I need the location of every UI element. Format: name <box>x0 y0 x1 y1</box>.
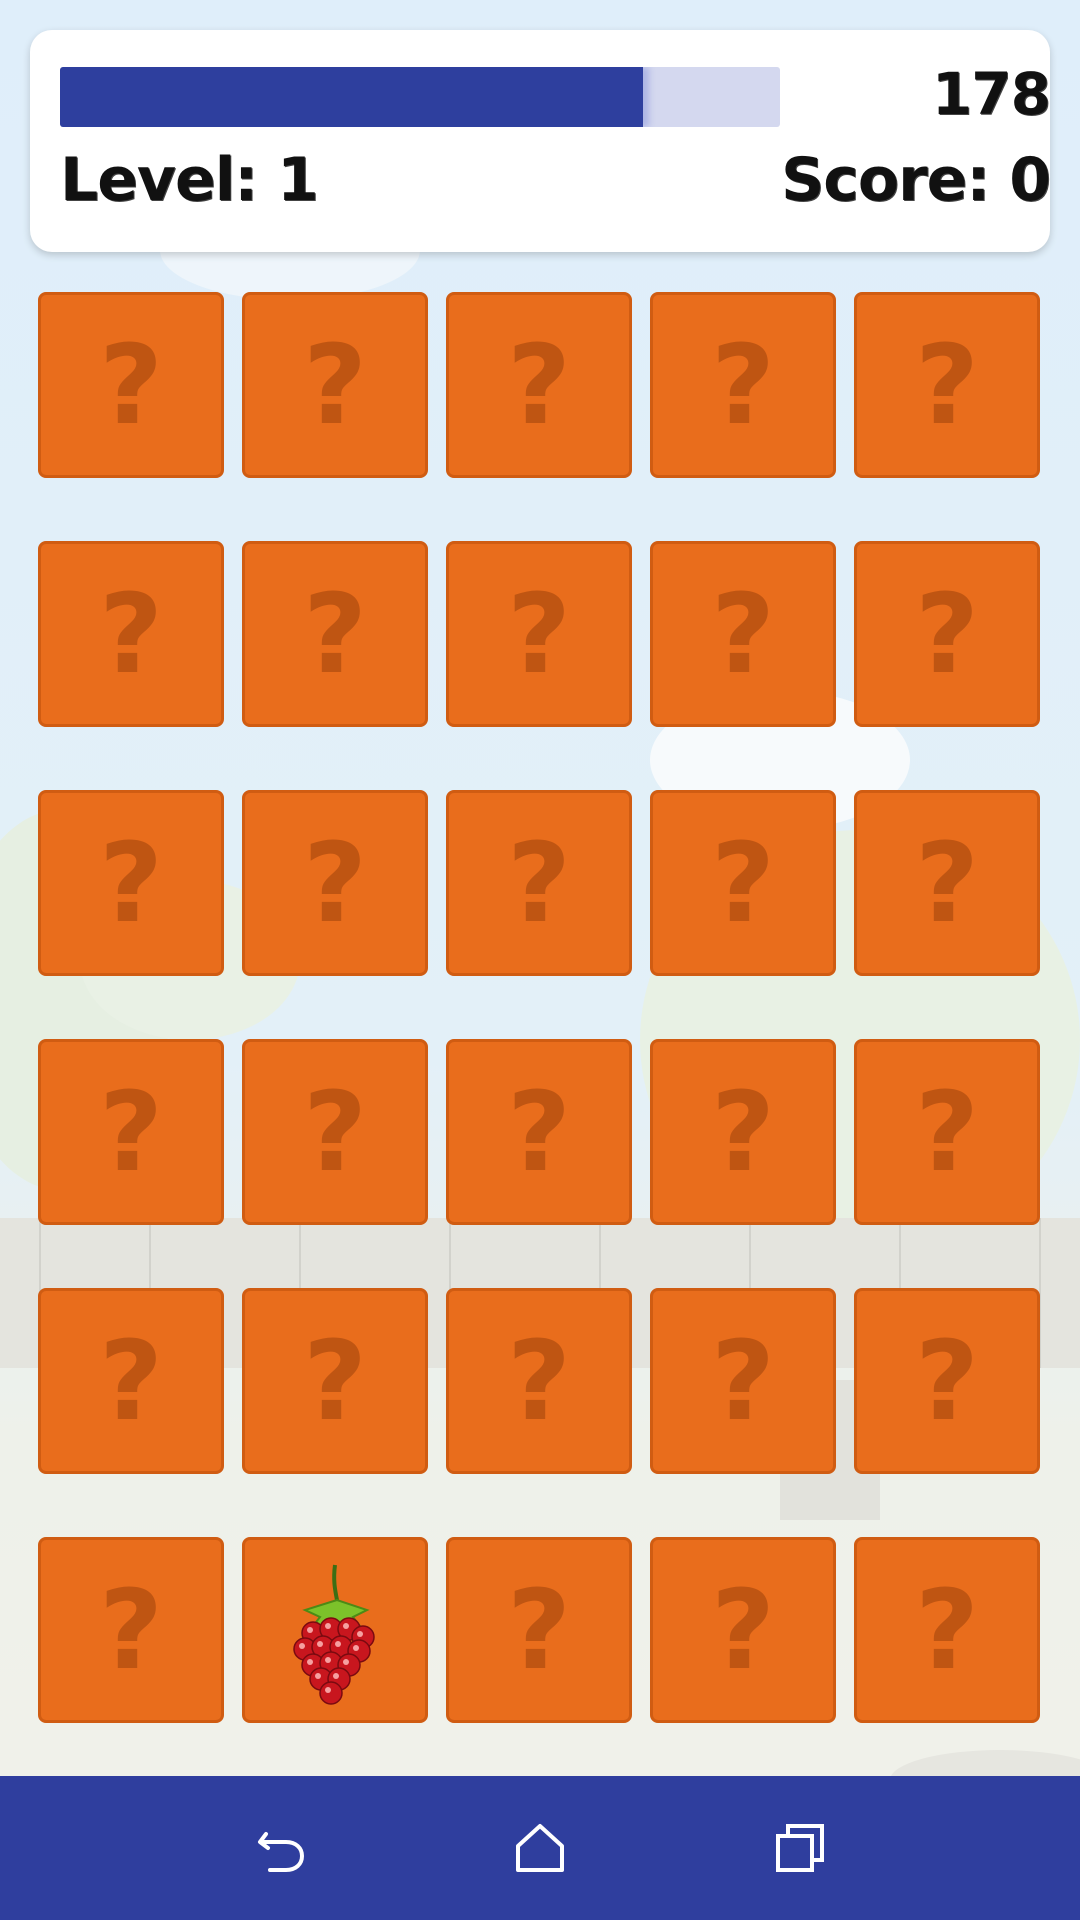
level-label: Level: 1 <box>60 145 319 215</box>
question-mark-icon: ? <box>711 321 775 449</box>
home-button[interactable] <box>500 1808 580 1888</box>
card-grid: ?????????????????????????? ??? <box>38 292 1042 1723</box>
question-mark-icon: ? <box>507 819 571 947</box>
question-mark-icon: ? <box>711 1566 775 1694</box>
memory-card[interactable]: ? <box>446 790 632 976</box>
memory-card[interactable]: ? <box>242 292 428 478</box>
memory-card[interactable]: ? <box>38 1039 224 1225</box>
raspberry-icon <box>293 1564 375 1705</box>
question-mark-icon: ? <box>711 819 775 947</box>
question-mark-icon: ? <box>507 1566 571 1694</box>
home-icon <box>516 1824 564 1872</box>
question-mark-icon: ? <box>915 321 979 449</box>
question-mark-icon: ? <box>507 1317 571 1445</box>
memory-card[interactable]: ? <box>38 790 224 976</box>
stats-row: Level: 1 Score: 0 <box>60 145 1051 225</box>
timer-bar-fill <box>60 67 644 127</box>
question-mark-icon: ? <box>99 321 163 449</box>
memory-card[interactable]: ? <box>446 541 632 727</box>
memory-card[interactable]: ? <box>446 1039 632 1225</box>
memory-card[interactable]: ? <box>650 541 836 727</box>
question-mark-icon: ? <box>711 1317 775 1445</box>
question-mark-icon: ? <box>711 570 775 698</box>
question-mark-icon: ? <box>915 1317 979 1445</box>
question-mark-icon: ? <box>99 1317 163 1445</box>
question-mark-icon: ? <box>99 570 163 698</box>
recent-apps-icon <box>776 1824 824 1872</box>
timer-bar <box>60 67 780 127</box>
score-label: Score: 0 <box>781 145 1051 215</box>
recent-apps-button[interactable] <box>760 1808 840 1888</box>
question-mark-icon: ? <box>915 1566 979 1694</box>
memory-card[interactable]: ? <box>242 790 428 976</box>
question-mark-icon: ? <box>711 1068 775 1196</box>
question-mark-icon: ? <box>507 1068 571 1196</box>
question-mark-icon: ? <box>303 321 367 449</box>
question-mark-icon: ? <box>99 1566 163 1694</box>
memory-card[interactable]: ? <box>38 292 224 478</box>
question-mark-icon: ? <box>915 819 979 947</box>
timer-value: 178 <box>931 60 1051 128</box>
memory-card[interactable]: ? <box>854 292 1040 478</box>
question-mark-icon: ? <box>915 1068 979 1196</box>
memory-card[interactable]: ? <box>854 790 1040 976</box>
question-mark-icon: ? <box>99 819 163 947</box>
question-mark-icon: ? <box>915 570 979 698</box>
memory-card-revealed[interactable] <box>242 1537 428 1723</box>
question-mark-icon: ? <box>303 1068 367 1196</box>
memory-card[interactable]: ? <box>854 1537 1040 1723</box>
memory-card[interactable]: ? <box>650 1288 836 1474</box>
memory-card[interactable]: ? <box>446 1537 632 1723</box>
memory-card[interactable]: ? <box>38 1288 224 1474</box>
memory-card[interactable]: ? <box>242 1288 428 1474</box>
question-mark-icon: ? <box>99 1068 163 1196</box>
memory-card[interactable]: ? <box>242 1039 428 1225</box>
question-mark-icon: ? <box>507 321 571 449</box>
memory-card[interactable]: ? <box>650 292 836 478</box>
android-navigation-bar <box>0 1776 1080 1920</box>
memory-card[interactable]: ? <box>854 1039 1040 1225</box>
question-mark-icon: ? <box>303 1317 367 1445</box>
memory-card[interactable]: ? <box>854 1288 1040 1474</box>
memory-card[interactable]: ? <box>446 292 632 478</box>
back-button[interactable] <box>240 1808 320 1888</box>
memory-card[interactable]: ? <box>854 541 1040 727</box>
memory-card[interactable]: ? <box>650 790 836 976</box>
memory-card[interactable]: ? <box>38 1537 224 1723</box>
back-icon <box>258 1832 305 1872</box>
memory-card[interactable]: ? <box>242 541 428 727</box>
memory-card[interactable]: ? <box>38 541 224 727</box>
question-mark-icon: ? <box>303 819 367 947</box>
memory-card[interactable]: ? <box>650 1537 836 1723</box>
memory-card[interactable]: ? <box>650 1039 836 1225</box>
memory-card[interactable]: ? <box>446 1288 632 1474</box>
question-mark-icon: ? <box>303 570 367 698</box>
question-mark-icon: ? <box>507 570 571 698</box>
